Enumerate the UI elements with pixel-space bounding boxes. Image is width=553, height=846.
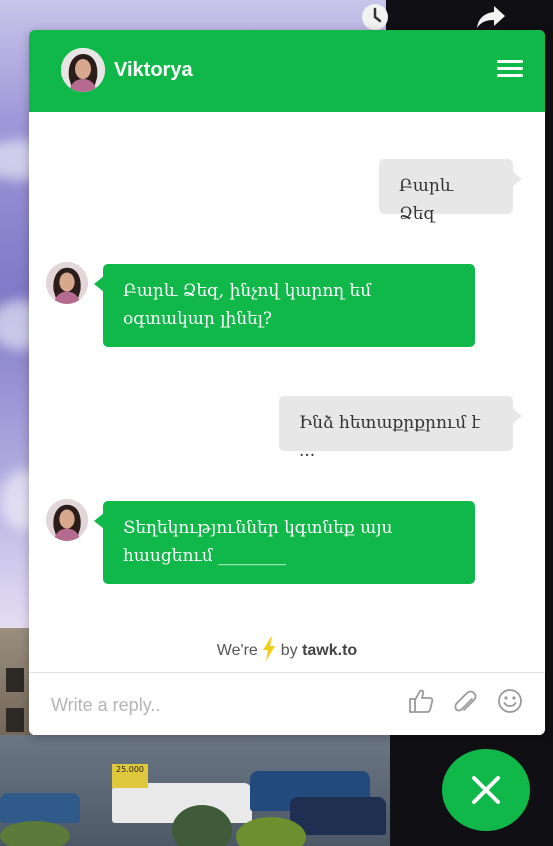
message-line: Ինձ հետաքրքրում է ... <box>299 413 481 461</box>
chat-header: Viktorya <box>29 30 545 112</box>
agent-avatar-small <box>46 262 88 304</box>
branding-brand: tawk.to <box>302 642 358 659</box>
share-icon[interactable] <box>476 2 506 32</box>
agent-message: Տեղեկություններ կգտնեք այս հասցեում ____… <box>94 501 475 584</box>
branding-by: by <box>280 642 298 659</box>
close-icon <box>472 776 500 804</box>
hamburger-icon[interactable] <box>497 60 523 82</box>
message-line: Բարև Ձեզ <box>399 176 454 224</box>
branding-prefix: We're <box>216 642 258 659</box>
agent-name: Viktorya <box>114 59 193 81</box>
message-line: Բարև Ձեզ, ինչով կարող եմ <box>123 281 372 301</box>
reply-input[interactable] <box>49 689 393 721</box>
paperclip-icon[interactable] <box>451 687 479 715</box>
clock-icon[interactable] <box>360 2 390 32</box>
powered-by-branding[interactable]: We're by tawk.to <box>29 637 545 661</box>
agent-avatar <box>61 48 105 92</box>
message-line: Տեղեկություններ կգտնեք այս <box>123 518 393 538</box>
visitor-message: Ինձ հետաքրքրում է ... <box>279 396 522 461</box>
message-line: հասցեում ________ <box>123 546 287 566</box>
agent-avatar-small <box>46 499 88 541</box>
close-chat-button[interactable] <box>442 749 530 831</box>
lightning-icon <box>263 637 276 661</box>
message-list: Բարև Ձեզ Բարև Ձեզ, ինչով կարող եմ օգտակա… <box>29 112 545 672</box>
thumbs-up-icon[interactable] <box>407 687 435 715</box>
visitor-message: Բարև Ձեզ <box>379 159 522 224</box>
reply-composer <box>29 672 545 735</box>
smiley-icon[interactable] <box>496 687 524 715</box>
agent-message: Բարև Ձեզ, ինչով կարող եմ օգտակար լինել? <box>94 264 475 347</box>
street-sign: 25.000 <box>112 764 148 788</box>
message-line: օգտակար լինել? <box>123 309 273 329</box>
street <box>0 735 390 846</box>
chat-widget: Viktorya Բարև Ձեզ Բարև Ձեզ, ինչով կարող … <box>29 30 545 735</box>
